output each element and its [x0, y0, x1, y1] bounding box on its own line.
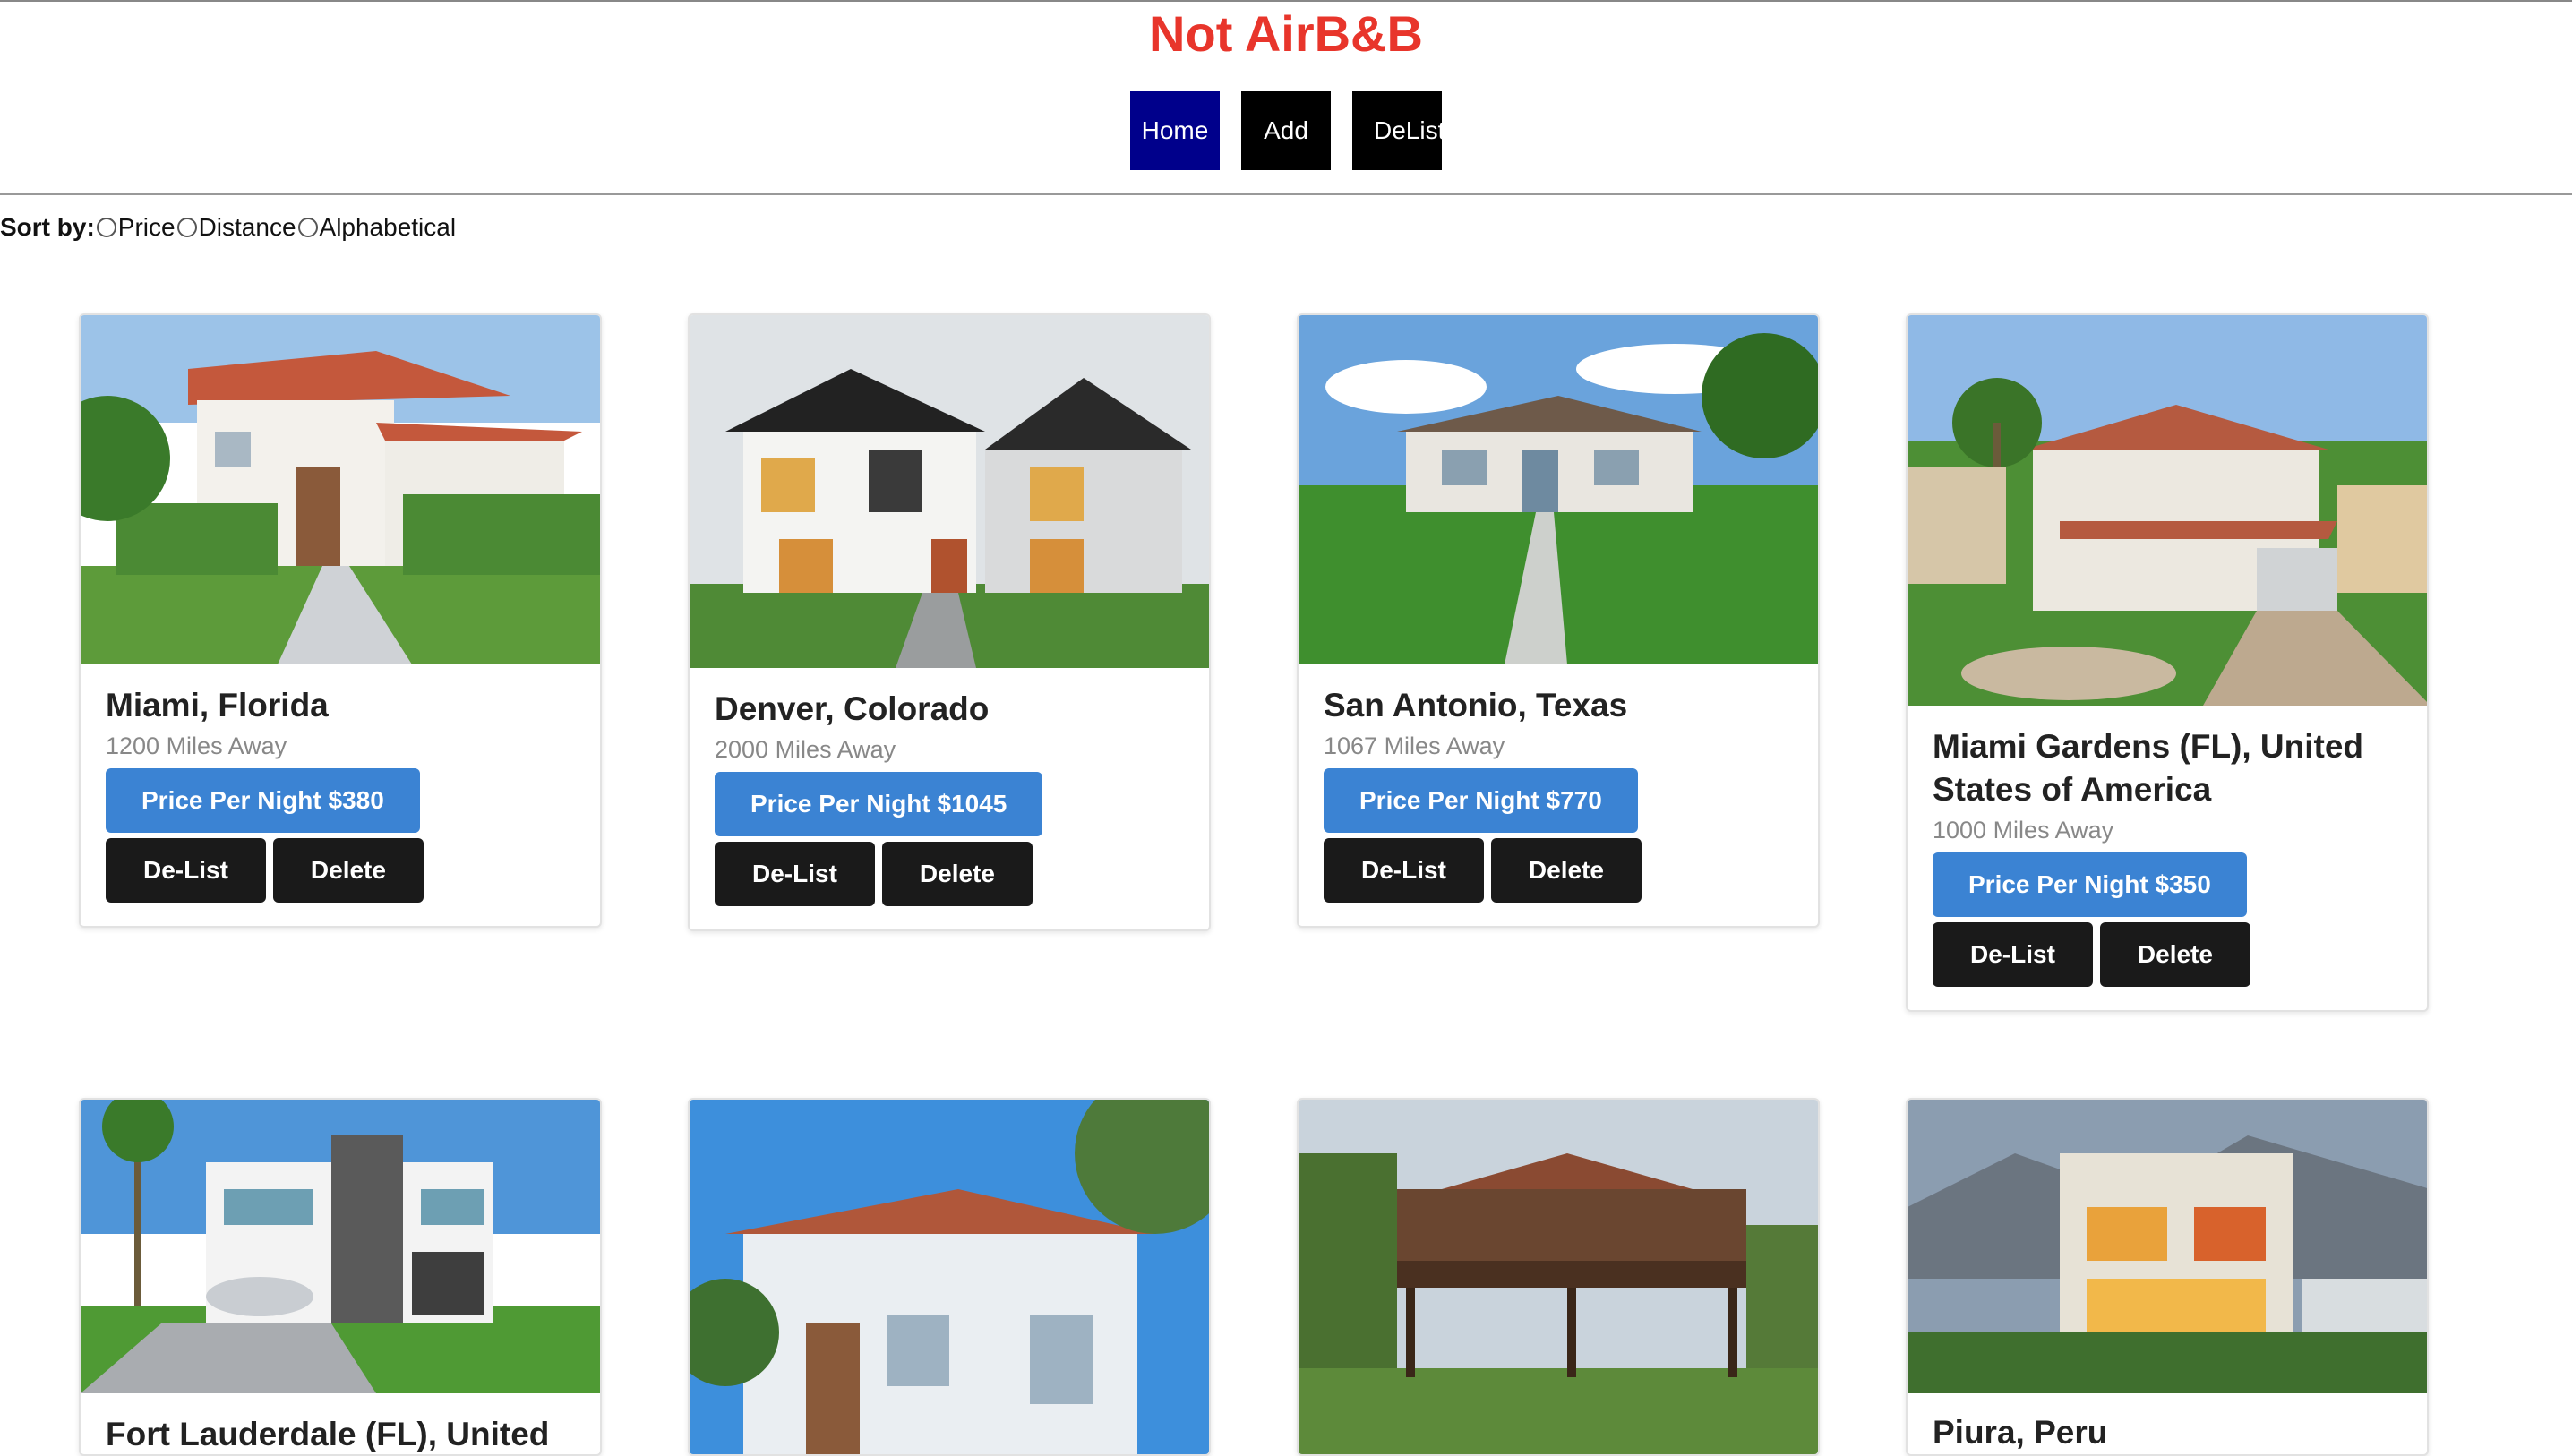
main-nav: Home Add DeList	[0, 91, 2572, 170]
listing-card: Miami, Florida 1200 Miles Away Price Per…	[79, 313, 602, 928]
sort-label: Sort by:	[0, 213, 95, 241]
delete-button[interactable]: Delete	[2099, 922, 2250, 987]
listing-card: Piura, Peru	[1906, 1098, 2429, 1456]
listing-photo	[1908, 315, 2427, 706]
sort-distance-radio[interactable]	[176, 218, 197, 237]
listing-photo	[690, 1100, 1209, 1454]
listing-card	[688, 1098, 1211, 1456]
sort-option-alphabetical[interactable]: Alphabetical	[296, 213, 457, 242]
listing-location: San Antonio, Texas	[1324, 687, 1628, 724]
listing-card: Fort Lauderdale (FL), United	[79, 1098, 602, 1456]
sort-option-distance[interactable]: Distance	[176, 213, 296, 242]
delist-button[interactable]: De-List	[1324, 838, 1484, 903]
sort-alphabetical-radio[interactable]	[297, 218, 318, 237]
delist-button[interactable]: De-List	[1933, 922, 2093, 987]
listing-photo	[1299, 1100, 1818, 1454]
listing-photo	[1908, 1100, 2427, 1393]
listing-distance: 1067 Miles Away	[1324, 732, 1505, 759]
listing-location: Denver, Colorado	[715, 690, 990, 727]
price-per-night-button[interactable]: Price Per Night $350	[1933, 852, 2247, 917]
sort-bar: Sort by: Price Distance Alphabetical	[0, 210, 456, 245]
listing-distance: 1200 Miles Away	[106, 732, 287, 759]
listing-photo	[81, 315, 600, 664]
listing-distance: 1000 Miles Away	[1933, 817, 2114, 844]
listing-card: Denver, Colorado 2000 Miles Away Price P…	[688, 313, 1211, 931]
listing-photo	[81, 1100, 600, 1393]
sort-price-label: Price	[117, 213, 176, 241]
nav-divider	[0, 193, 2572, 195]
sort-alphabetical-label: Alphabetical	[319, 213, 457, 241]
price-per-night-button[interactable]: Price Per Night $1045	[715, 772, 1043, 836]
sort-price-radio[interactable]	[96, 218, 116, 237]
listing-card	[1297, 1098, 1820, 1456]
listing-card: San Antonio, Texas 1067 Miles Away Price…	[1297, 313, 1820, 928]
listing-location: Miami, Florida	[106, 687, 329, 724]
delete-button[interactable]: Delete	[272, 838, 424, 903]
site-title: Not AirB&B	[1149, 5, 1423, 62]
listing-photo	[690, 315, 1209, 668]
price-per-night-button[interactable]: Price Per Night $770	[1324, 768, 1638, 833]
delete-button[interactable]: Delete	[881, 842, 1033, 906]
listing-distance: 2000 Miles Away	[715, 736, 896, 763]
nav-delist-button[interactable]: DeList	[1352, 91, 1442, 170]
listing-photo	[1299, 315, 1818, 664]
price-per-night-button[interactable]: Price Per Night $380	[106, 768, 420, 833]
listing-card: Miami Gardens (FL), United States of Ame…	[1906, 313, 2429, 1012]
sort-distance-label: Distance	[198, 213, 296, 241]
delist-button[interactable]: De-List	[715, 842, 875, 906]
listing-location: Piura, Peru	[1933, 1414, 2108, 1451]
listing-location: Fort Lauderdale (FL), United	[106, 1416, 550, 1452]
nav-home-button[interactable]: Home	[1130, 91, 1220, 170]
delete-button[interactable]: Delete	[1490, 838, 1642, 903]
delist-button[interactable]: De-List	[106, 838, 266, 903]
sort-option-price[interactable]: Price	[95, 213, 176, 242]
nav-add-button[interactable]: Add	[1241, 91, 1331, 170]
listing-location: Miami Gardens (FL), United States of Ame…	[1933, 728, 2364, 808]
